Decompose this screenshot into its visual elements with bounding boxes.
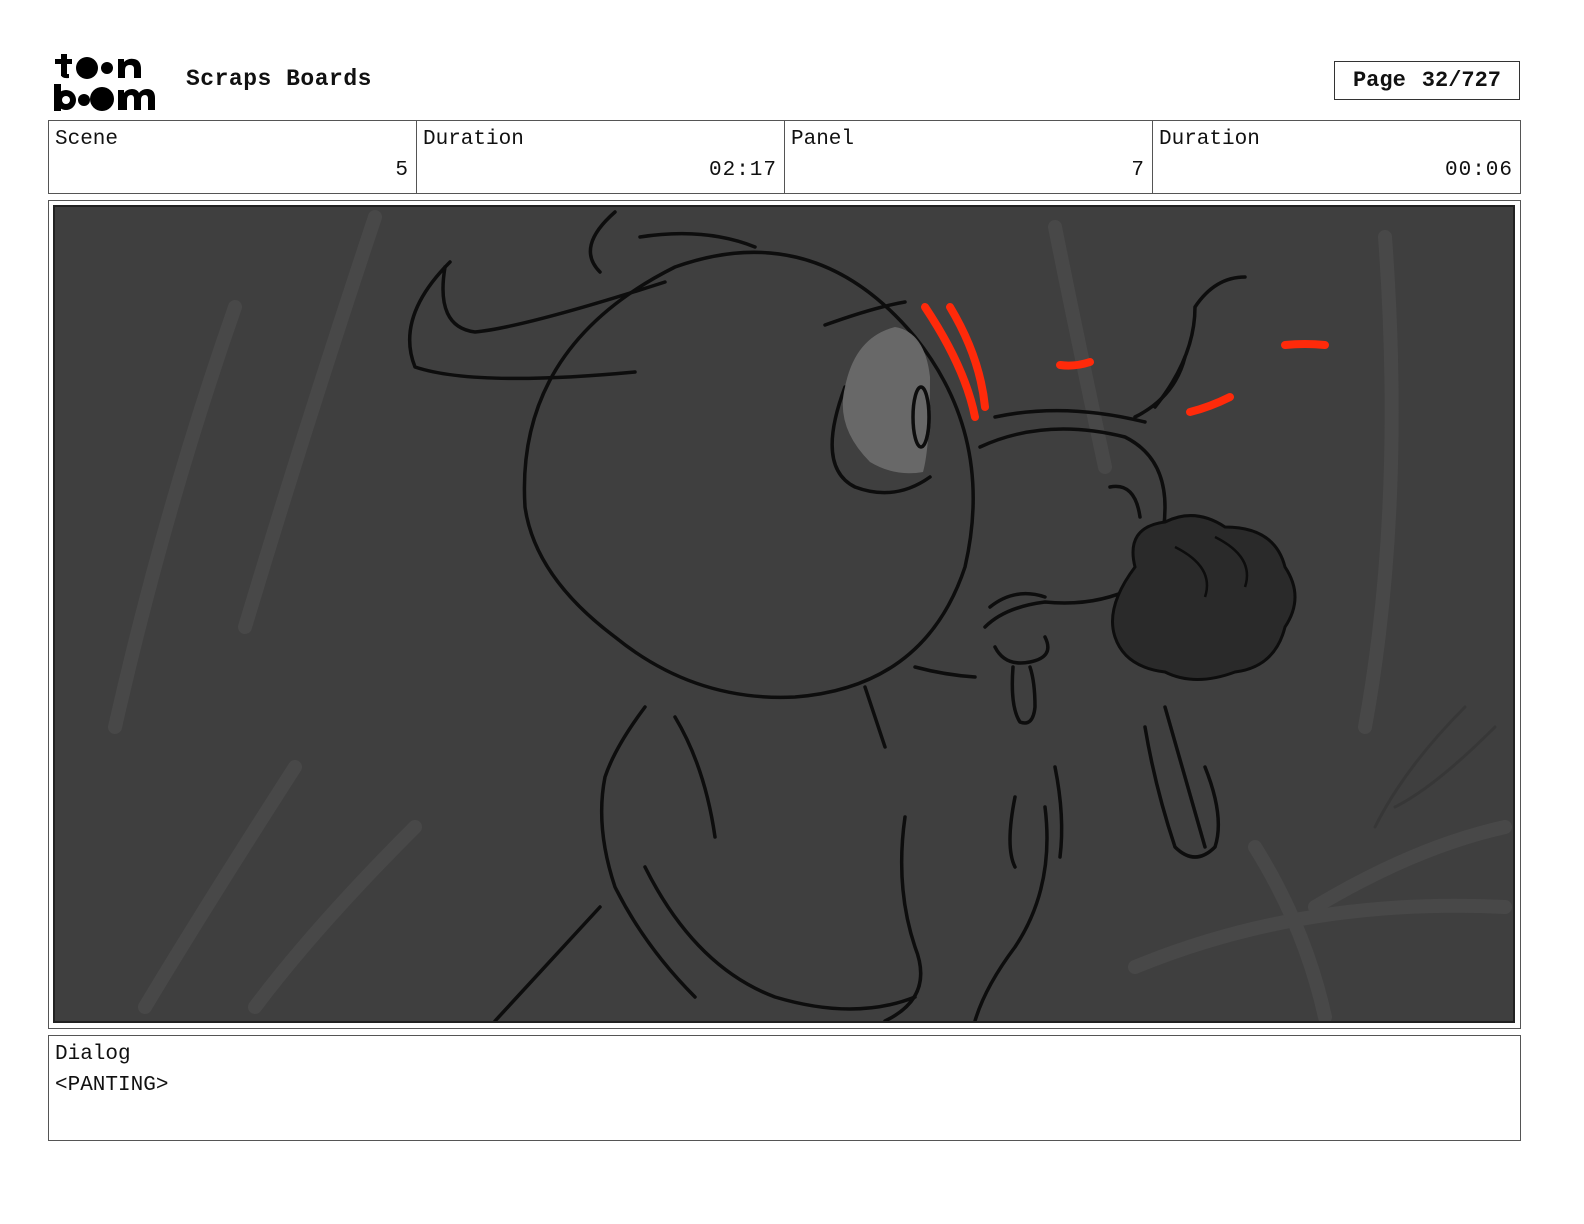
dialog-label: Dialog <box>55 1043 131 1066</box>
scene-duration-value: 02:17 <box>708 159 777 182</box>
panel-duration-label: Duration <box>1159 128 1260 151</box>
panel-info-row: Scene 5 Duration 02:17 Panel 7 Duration … <box>48 120 1521 194</box>
page-indicator: Page 32/727 <box>1334 61 1520 100</box>
toonboom-logo <box>54 54 155 111</box>
dialog-text: <PANTING> <box>55 1074 169 1097</box>
scene-cell: Scene 5 <box>49 121 416 193</box>
scene-duration-label: Duration <box>423 128 524 151</box>
panel-value: 7 <box>1131 159 1145 182</box>
storyboard-panel-image <box>53 205 1515 1023</box>
storyboard-sketch <box>108 210 1512 1021</box>
page-label: Page <box>1352 68 1406 93</box>
panel-label: Panel <box>791 128 855 151</box>
dialog-box: Dialog <PANTING> <box>48 1035 1521 1141</box>
scene-value: 5 <box>395 159 409 182</box>
panel-frame <box>48 200 1521 1029</box>
page-number: 32/727 <box>1421 68 1502 93</box>
panel-duration-value: 00:06 <box>1444 159 1513 182</box>
panel-duration-cell: Duration 00:06 <box>1152 121 1520 193</box>
scene-label: Scene <box>55 128 119 151</box>
panel-cell: Panel 7 <box>784 121 1152 193</box>
scene-duration-cell: Duration 02:17 <box>416 121 784 193</box>
project-title: Scraps Boards <box>186 66 372 92</box>
